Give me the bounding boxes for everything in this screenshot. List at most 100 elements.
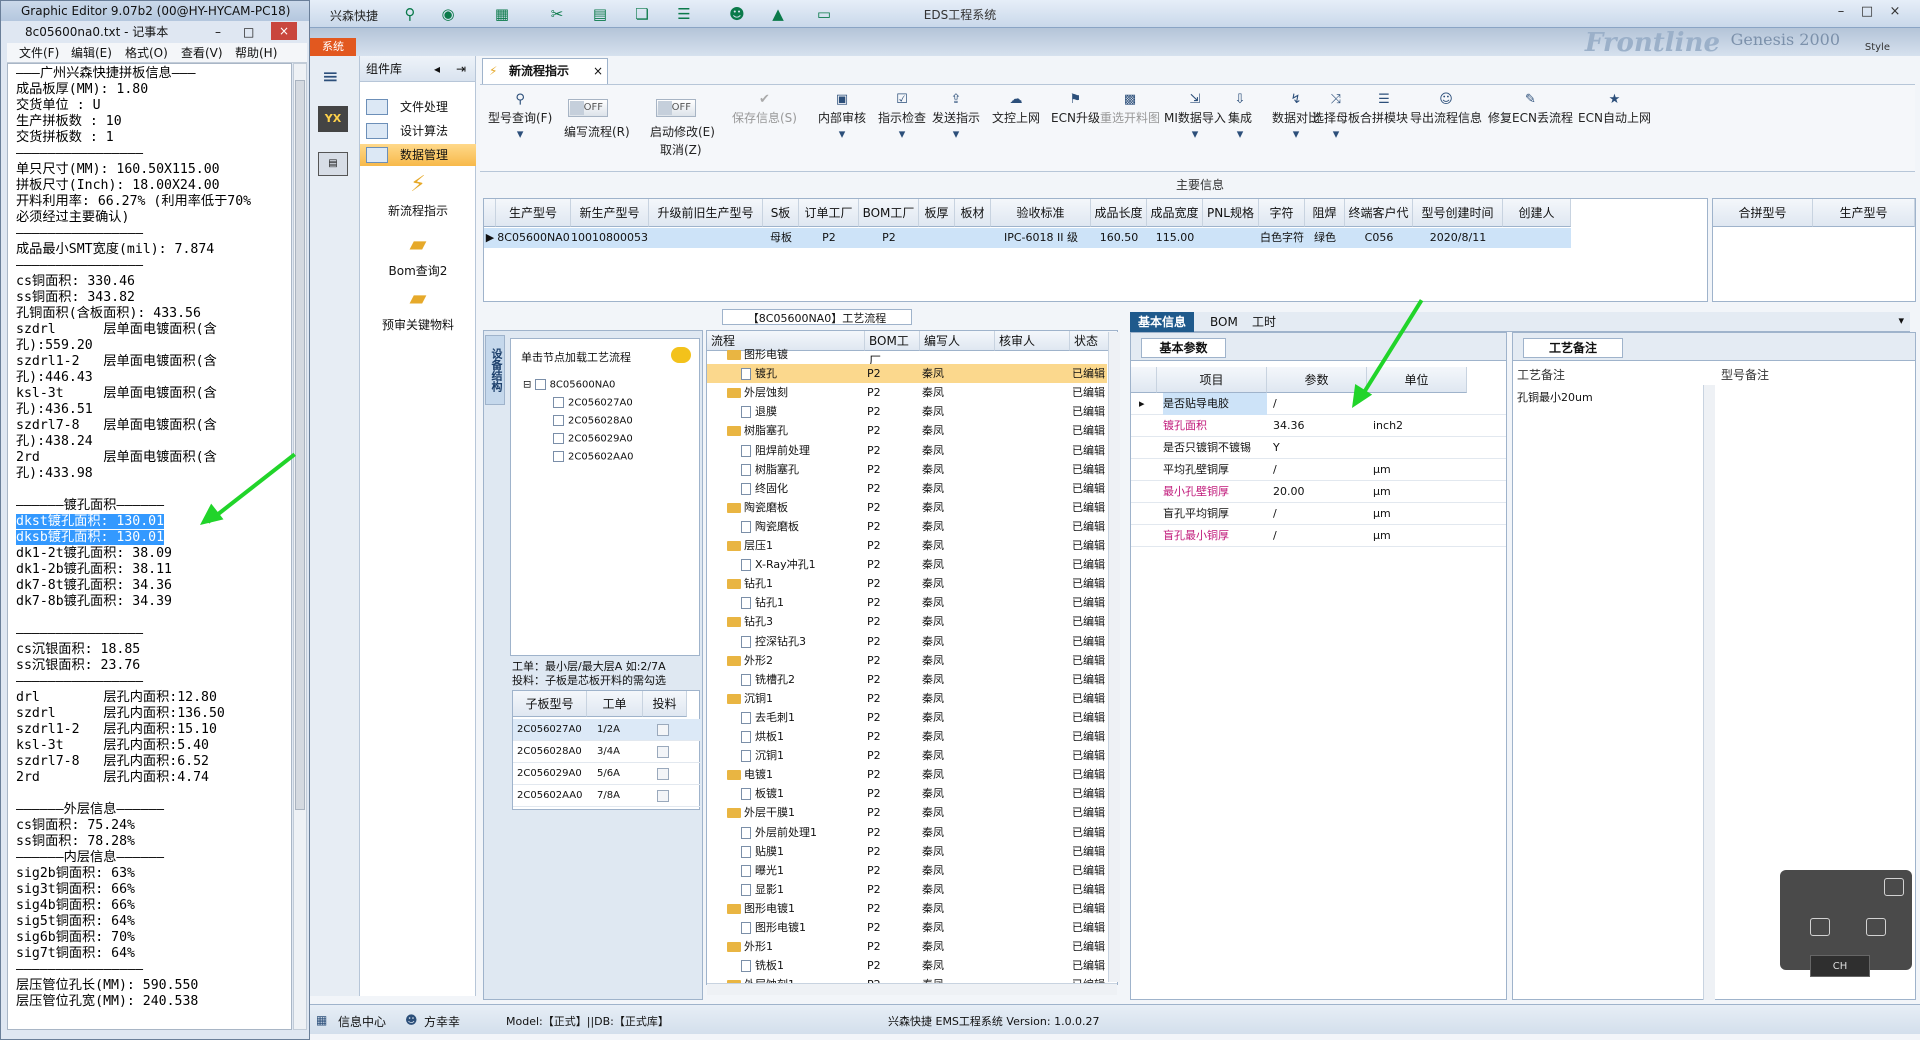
tab-new-flow[interactable]: ⚡ 新流程指示 × [482, 58, 608, 84]
cancel-button[interactable]: 取消(Z) [660, 141, 702, 158]
sub-row[interactable]: 2C056029A0 5/6A [513, 763, 701, 785]
col-header-4[interactable]: S板 [763, 199, 799, 227]
cell-10[interactable]: 160.50 [1091, 228, 1147, 248]
feed-checkbox[interactable] [657, 790, 669, 802]
toolbar-button-7[interactable]: ⇩ 集成 ▾ [1228, 91, 1252, 144]
col-header-15[interactable]: 终端客户代码 [1345, 199, 1413, 248]
sub-row[interactable]: 2C056028A0 3/4A [513, 741, 701, 763]
info-center[interactable]: 信息中心 [338, 1013, 386, 1030]
save-icon[interactable] [1884, 878, 1904, 896]
tree-node-child[interactable]: 2C05602AA0 [553, 451, 633, 463]
big-item-bom[interactable]: ▰ Bom查询2 [360, 232, 476, 279]
toolbar-button-6[interactable]: ⇲ MI数据导入 ▾ [1164, 91, 1226, 144]
flow-row[interactable]: 控深钻孔3 P2 秦凤 已编辑 [707, 632, 1107, 651]
col-header-12[interactable]: PNL规格 [1203, 199, 1259, 227]
toolbar-button-11[interactable]: ☺ 导出流程信息 [1410, 91, 1482, 126]
cell-8[interactable] [955, 228, 991, 248]
flow-row[interactable]: 板镀1 P2 秦凤 已编辑 [707, 784, 1107, 803]
tree-checkbox[interactable] [553, 451, 564, 462]
notes-scrollbar[interactable] [1703, 385, 1715, 1000]
param-row[interactable]: 是否只镀铜不镀锡 Y [1131, 437, 1506, 459]
col-header-3[interactable]: 升级前旧生产型号 [649, 199, 763, 227]
flow-row[interactable]: 陶瓷磨板 P2 秦凤 已编辑 [707, 498, 1107, 517]
col-header-14[interactable]: 阻焊 [1305, 199, 1345, 227]
tree-node-root[interactable]: ⊟ 8C05600NA0 [523, 379, 615, 391]
col-header-10[interactable]: 成品长度 [1091, 199, 1147, 227]
flow-row[interactable]: 外形1 P2 秦凤 已编辑 [707, 937, 1107, 956]
flow-row[interactable]: 钻孔1 P2 秦凤 已编辑 [707, 593, 1107, 612]
tree-node-child[interactable]: 2C056029A0 [553, 433, 633, 445]
save-info-button[interactable]: ✔ 保存信息(S) [732, 91, 797, 126]
calculator-icon[interactable]: ▤ [318, 152, 348, 176]
flow-row[interactable]: 树脂塞孔 P2 秦凤 已编辑 [707, 460, 1107, 479]
cell-15[interactable]: C056 [1345, 228, 1413, 248]
flow-row[interactable]: X-Ray冲孔1 P2 秦凤 已编辑 [707, 555, 1107, 574]
param-row[interactable]: 最小孔壁铜厚 20.00 μm [1131, 481, 1506, 503]
flow-row[interactable]: 阻焊前处理 P2 秦凤 已编辑 [707, 441, 1107, 460]
sub-col-feed[interactable]: 投料 [643, 691, 687, 717]
system-tab[interactable]: 系统 [310, 38, 356, 56]
flow-row[interactable]: 外层前处理1 P2 秦凤 已编辑 [707, 823, 1107, 842]
flow-row[interactable]: 钻孔1 P2 秦凤 已编辑 [707, 574, 1107, 593]
flow-row[interactable]: 层压1 P2 秦凤 已编辑 [707, 536, 1107, 555]
add-file-icon[interactable] [1810, 918, 1830, 936]
col-header-13[interactable]: 字符 [1259, 199, 1305, 227]
process-note-text[interactable]: 孔铜最小20um [1517, 389, 1593, 405]
flow-vscrollbar[interactable] [1108, 332, 1120, 982]
menu-format[interactable]: 格式(O) [125, 43, 168, 63]
edit-flow-toggle[interactable]: OFF [568, 99, 608, 117]
flow-hscrollbar[interactable] [707, 983, 1117, 995]
edit-flow-button[interactable]: 编写流程(R) [564, 123, 630, 140]
menu-icon[interactable]: ≡ [322, 64, 339, 88]
tree-checkbox[interactable] [553, 433, 564, 444]
cell-11[interactable]: 115.00 [1147, 228, 1203, 248]
pin-icon[interactable]: ⇥ [456, 56, 466, 82]
toolbar-button-5[interactable]: ▩ 重选开料图 [1100, 91, 1160, 126]
menu-file[interactable]: 文件(F) [19, 43, 59, 63]
row-marker[interactable]: ▶ [484, 228, 496, 248]
cell-9[interactable]: IPC-6018 II 级 [991, 228, 1091, 248]
cell-14[interactable]: 绿色 [1305, 228, 1345, 248]
col-header-2[interactable]: 新生产型号 [571, 199, 649, 227]
flow-row[interactable]: 终固化 P2 秦凤 已编辑 [707, 479, 1107, 498]
cell-4[interactable]: 母板 [763, 228, 799, 248]
toolbar-button-4[interactable]: ⚑ ECN升级 [1051, 91, 1100, 126]
start-modify-button[interactable]: 启动修改(E) [650, 123, 715, 140]
chevron-down-icon[interactable]: ▾ [1898, 314, 1904, 327]
toolbar-button-3[interactable]: ☁ 文控上网 [992, 91, 1040, 126]
col-header-9[interactable]: 验收标准 [991, 199, 1091, 227]
menu-view[interactable]: 查看(V) [181, 43, 223, 63]
flow-row[interactable]: 去毛刺1 P2 秦凤 已编辑 [707, 708, 1107, 727]
tree-node-child[interactable]: 2C056028A0 [553, 415, 633, 427]
flow-row[interactable]: 镀孔 P2 秦凤 已编辑 [707, 364, 1107, 384]
flow-row[interactable]: 钻孔3 P2 秦凤 已编辑 [707, 612, 1107, 631]
param-col-item[interactable]: 项目 [1157, 367, 1267, 393]
sub-row[interactable]: 2C056027A0 1/2A [513, 719, 701, 741]
cell-5[interactable]: P2 [799, 228, 859, 248]
ime-indicator[interactable]: CH [1810, 955, 1870, 977]
feed-checkbox[interactable] [657, 768, 669, 780]
basic-params-title[interactable]: 基本参数 [1141, 338, 1226, 358]
flow-row[interactable]: 退膜 P2 秦凤 已编辑 [707, 402, 1107, 421]
col-header-16[interactable]: 型号创建时间 [1413, 199, 1503, 227]
flow-row[interactable]: 曝光1 P2 秦凤 已编辑 [707, 861, 1107, 880]
toolbar-button-9[interactable]: ⤨ 选择母板 ▾ [1312, 91, 1360, 144]
cell-13[interactable]: 白色字符 [1259, 228, 1305, 248]
param-row[interactable]: ▸ 是否贴导电胶 / [1131, 393, 1506, 415]
close-icon[interactable]: × [1884, 3, 1906, 21]
cell-3[interactable] [649, 228, 763, 248]
flow-row[interactable]: 外层蚀刻 P2 秦凤 已编辑 [707, 383, 1107, 402]
cell-1[interactable]: 8C05600NA0 [496, 228, 571, 248]
notepad-text-area[interactable]: ———广州兴森快捷拼板信息——— 成品板厚(MM): 1.80 交货单位 : U 生产… [7, 63, 292, 1030]
tab-hours[interactable]: 工时 [1244, 312, 1284, 332]
feed-checkbox[interactable] [657, 724, 669, 736]
big-item-material[interactable]: ▰ 预审关键物料 [360, 286, 476, 333]
flow-row[interactable]: 铣板1 P2 秦凤 已编辑 [707, 956, 1107, 975]
toolbar-button-1[interactable]: ☑ 指示检查 ▾ [878, 91, 926, 144]
comp-item-file[interactable]: 文件处理 [360, 96, 476, 118]
tree-checkbox[interactable] [553, 397, 564, 408]
param-row[interactable]: 盲孔平均铜厚 / μm [1131, 503, 1506, 525]
sub-col-model[interactable]: 子板型号 [513, 691, 587, 717]
col-header-17[interactable]: 创建人 [1503, 199, 1571, 227]
flow-row[interactable]: 树脂塞孔 P2 秦凤 已编辑 [707, 421, 1107, 440]
